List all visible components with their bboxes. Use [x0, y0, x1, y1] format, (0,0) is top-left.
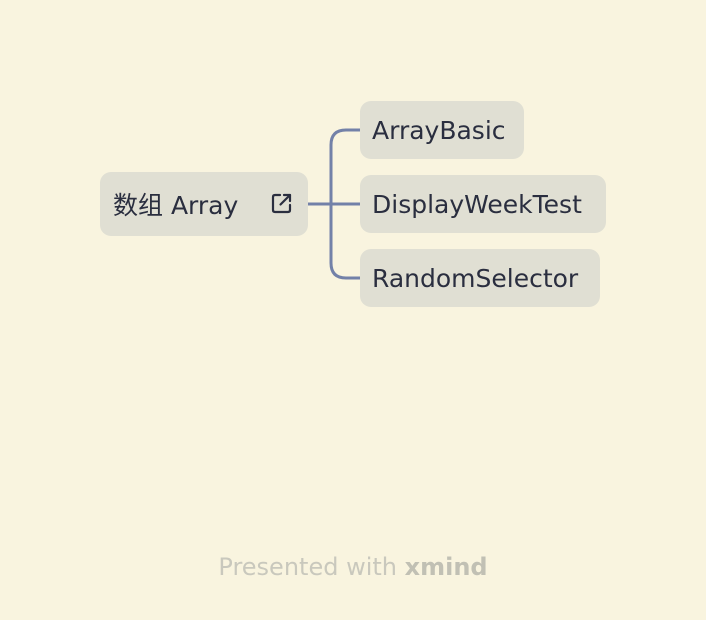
subtopic-display-week-test[interactable]: DisplayWeekTest	[360, 175, 606, 233]
branch-connectors	[306, 128, 362, 280]
footer-prefix: Presented with	[218, 553, 397, 581]
xmind-logo: xmind	[404, 553, 488, 581]
root-topic-label: 数组 Array	[113, 191, 239, 220]
connector-child-2	[329, 202, 362, 280]
external-link-icon[interactable]	[270, 192, 293, 215]
subtopic-label: ArrayBasic	[372, 115, 506, 145]
subtopic-array-basic[interactable]: ArrayBasic	[360, 101, 524, 159]
connector-child-0	[329, 128, 362, 206]
subtopic-label: RandomSelector	[372, 263, 579, 293]
subtopic-label: DisplayWeekTest	[372, 189, 582, 219]
subtopic-random-selector[interactable]: RandomSelector	[360, 249, 600, 307]
root-topic[interactable]: 数组 Array	[100, 172, 308, 236]
presented-with-footer: Presented with xmind	[0, 553, 706, 581]
